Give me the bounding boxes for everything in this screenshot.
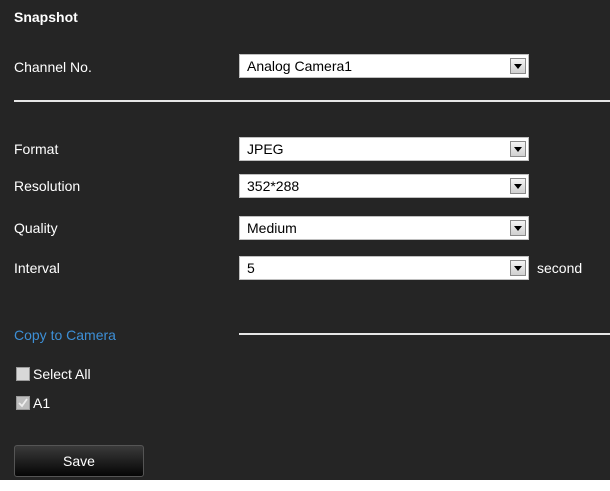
chevron-down-icon[interactable]	[510, 178, 526, 194]
resolution-select-value: 352*288	[247, 178, 300, 194]
channel-select[interactable]: Analog Camera1	[239, 54, 529, 78]
resolution-select[interactable]: 352*288	[239, 174, 529, 198]
copy-to-camera-link[interactable]: Copy to Camera	[14, 327, 116, 343]
copy-section-divider	[239, 333, 610, 335]
resolution-label: Resolution	[14, 178, 81, 194]
camera-a1-checkbox[interactable]	[16, 396, 30, 410]
format-select[interactable]: JPEG	[239, 137, 529, 161]
checkmark-icon	[18, 398, 28, 408]
snapshot-panel: Snapshot Channel No. Analog Camera1 Form…	[0, 0, 610, 480]
chevron-down-icon[interactable]	[510, 260, 526, 276]
quality-label: Quality	[14, 220, 58, 236]
save-button[interactable]: Save	[14, 445, 144, 477]
interval-label: Interval	[14, 260, 60, 276]
format-label: Format	[14, 141, 59, 157]
select-all-label: Select All	[33, 366, 91, 382]
interval-select[interactable]: 5	[239, 256, 529, 280]
select-all-checkbox[interactable]	[16, 367, 30, 381]
interval-select-value: 5	[247, 260, 255, 276]
quality-select[interactable]: Medium	[239, 216, 529, 240]
channel-label: Channel No.	[14, 59, 92, 75]
interval-unit: second	[537, 260, 583, 276]
chevron-down-icon[interactable]	[510, 220, 526, 236]
quality-select-value: Medium	[247, 220, 297, 236]
format-select-value: JPEG	[247, 141, 284, 157]
camera-a1-label: A1	[33, 395, 51, 411]
channel-select-value: Analog Camera1	[247, 58, 353, 74]
section-divider	[14, 100, 610, 102]
chevron-down-icon[interactable]	[510, 141, 526, 157]
page-title: Snapshot	[14, 9, 78, 25]
chevron-down-icon[interactable]	[510, 58, 526, 74]
